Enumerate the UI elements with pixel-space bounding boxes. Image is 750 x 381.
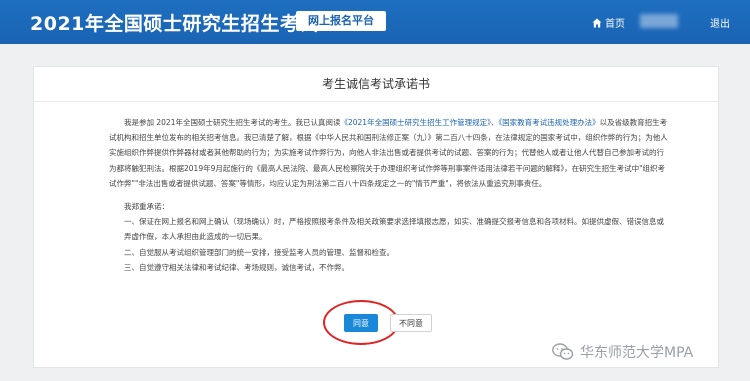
intro-paragraph: 我是参加 2021年全国硕士研究生招生考试的考生。我已认真阅读《2021年全国硕… [109,115,669,191]
home-label: 首页 [605,19,625,30]
home-icon [592,18,602,27]
platform-tag: 网上报名平台 [296,11,386,31]
top-header: 2021年全国硕士研究生招生考试 网上报名平台 首页 退出 [0,0,750,44]
pledge-item: 一、保证在网上报名和网上确认（现场确认）时，严格按照报考条件及相关政策要求选择填… [124,217,664,242]
pledge-heading: 我郑重承诺： [124,202,169,212]
home-link[interactable]: 首页 [592,15,625,30]
pledge-item: 二、自觉服从考试组织管理部门的统一安排，接受监考人员的管理、监督和检查。 [124,247,394,257]
brand-title: 2021年全国硕士研究生招生考试 [30,13,319,35]
disagree-button[interactable]: 不同意 [390,314,432,332]
regulation-link-2[interactable]: 《国家教育考试违规处理办法》 [498,118,599,127]
card-title: 考生诚信考试承诺书 [34,67,718,102]
watermark: 华东师范大学MPA [552,342,693,362]
logout-link[interactable]: 退出 [710,15,730,30]
pledge-content: 我是参加 2021年全国硕士研究生招生考试的考生。我已认真阅读《2021年全国硕… [109,115,669,275]
wechat-icon [552,343,574,360]
regulation-link-1[interactable]: 《2021年全国硕士研究生招生工作管理规定》 [340,118,490,127]
intro-text-continued: 以及省级教育招生考试机构和招生单位发布的相关招考信息。我已清楚了解，根据《中华人… [109,118,668,188]
agree-button[interactable]: 同意 [344,314,378,332]
username-redacted [640,14,678,28]
intro-text: 我是参加 2021年全国硕士研究生招生考试的考生。我已认真阅读 [124,118,341,127]
watermark-text: 华东师范大学MPA [580,345,694,361]
pledge-item: 三、自觉遵守相关法律和考试纪律、考场规则，诚信考试，不作弊。 [124,262,349,272]
